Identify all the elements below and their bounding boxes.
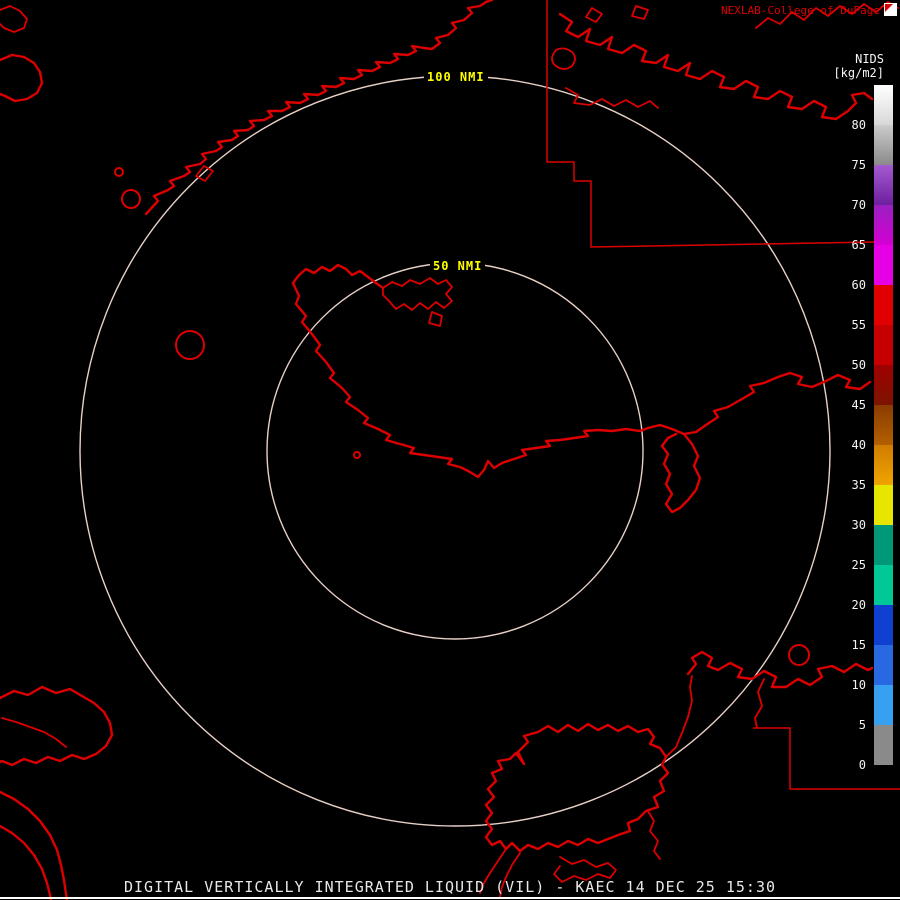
colorbar-segment (874, 205, 893, 245)
small-lake (121, 189, 141, 209)
colorbar-segment (874, 85, 893, 125)
scale-units: [kg/m2] (833, 66, 884, 80)
product-title: DIGITAL VERTICALLY INTEGRATED LIQUID (VI… (124, 878, 776, 896)
radar-display: 100 NMI 50 NMI NEXLAB-College of DuPage … (0, 0, 900, 900)
colorbar-tick-label: 35 (851, 478, 866, 492)
colorbar-segment (874, 685, 893, 725)
bay-outline (382, 277, 453, 311)
colorbar-segment (874, 365, 893, 405)
colorbar-segment (874, 525, 893, 565)
coastline-path (647, 810, 661, 860)
colorbar-segment (874, 325, 893, 365)
county-boundary (546, 0, 875, 248)
coastline-path (754, 678, 765, 729)
cod-pennant-icon (884, 3, 897, 16)
colorbar-tick-label: 0 (858, 758, 866, 772)
lake-ring (175, 330, 205, 360)
colorbar-tick-label: 45 (851, 398, 866, 412)
colorbar-tick-label: 80 (851, 118, 866, 132)
colorbar-segment (874, 245, 893, 285)
colorbar-segment (874, 445, 893, 485)
radar-map-canvas (0, 0, 900, 900)
colorbar-tick-label: 50 (851, 358, 866, 372)
bay-islet (428, 311, 443, 327)
colorbar-tick-label: 5 (858, 718, 866, 732)
colorbar-segment (874, 125, 893, 165)
range-ring-label-100nmi: 100 NMI (424, 69, 488, 85)
range-ring-label-50nmi: 50 NMI (430, 258, 486, 274)
coastline-blob (0, 53, 44, 103)
scale-title: NIDS (855, 52, 884, 66)
colorbar-segment (874, 605, 893, 645)
colorbar-tick-label: 15 (851, 638, 866, 652)
colorbar-tick-label: 20 (851, 598, 866, 612)
tiny-island (353, 451, 361, 459)
range-rings (79, 75, 831, 827)
range-ring-50nmi (266, 262, 644, 640)
colorbar-ticks: 80 75 70 65 60 55 50 45 40 35 30 25 20 15 10 5 0 (836, 85, 866, 775)
island (585, 7, 603, 23)
colorbar-segments (874, 85, 893, 765)
colorbar-tick-label: 55 (851, 318, 866, 332)
coastline-blob (484, 722, 670, 853)
coastline-path (558, 12, 874, 121)
coastline-blob (0, 5, 28, 33)
small-lake (114, 167, 124, 177)
coastline-loop (195, 165, 214, 182)
coastline-blob (0, 685, 114, 767)
coastline-path (291, 263, 385, 290)
bottom-border-line (0, 897, 900, 899)
peninsula-loop (660, 432, 702, 514)
coastline-path (1, 717, 67, 748)
colorbar-tick-label: 60 (851, 278, 866, 292)
map-outlines (0, 0, 900, 900)
coastline-blob (551, 47, 576, 70)
colorbar-segment (874, 165, 893, 205)
colorbar-segment (874, 725, 893, 765)
lake-ring (788, 644, 810, 666)
nexlab-brand-text: NEXLAB-College of DuPage (721, 4, 880, 17)
range-ring-100nmi (79, 75, 831, 827)
coastline-path (144, 0, 494, 216)
colorbar-tick-label: 70 (851, 198, 866, 212)
colorbar-tick-label: 30 (851, 518, 866, 532)
colorbar-segment (874, 285, 893, 325)
island (631, 5, 649, 20)
colorbar-segment (874, 405, 893, 445)
colorbar-segment (874, 645, 893, 685)
colorbar-segment (874, 565, 893, 605)
colorbar-tick-label: 65 (851, 238, 866, 252)
colorbar-tick-label: 10 (851, 678, 866, 692)
colorbar-tick-label: 40 (851, 438, 866, 452)
colorbar-segment (874, 485, 893, 525)
colorbar-tick-label: 75 (851, 158, 866, 172)
colorbar-tick-label: 25 (851, 558, 866, 572)
